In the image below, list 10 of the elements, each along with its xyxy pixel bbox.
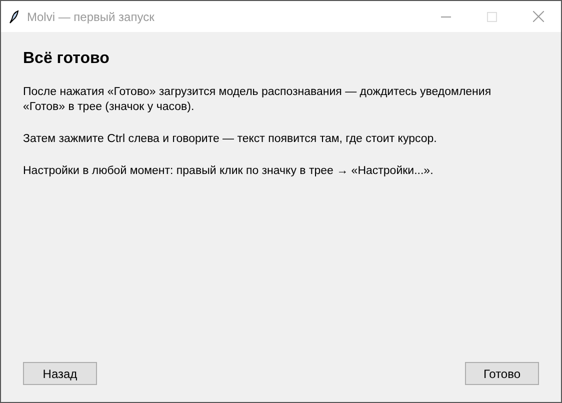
heading: Всё готово xyxy=(23,50,110,68)
feather-icon xyxy=(9,10,19,24)
paragraph: После нажатия «Готово» загрузится модель распознавания — дождитесь уведомления «Готов» в трее (значок у часов). xyxy=(23,85,492,115)
maximize-icon xyxy=(487,12,497,22)
window-title: Molvi — первый запуск xyxy=(27,10,156,24)
paragraph: Затем зажмите Ctrl слева и говорите — текст появится там, где стоит курсор. xyxy=(23,132,438,147)
back-button[interactable]: Назад xyxy=(23,362,97,385)
paragraph: Настройки в любой момент: правый клик по значку в трее → «Настройки...». xyxy=(23,164,434,179)
close-icon xyxy=(532,11,544,22)
finish-button[interactable]: Готово xyxy=(465,362,539,385)
